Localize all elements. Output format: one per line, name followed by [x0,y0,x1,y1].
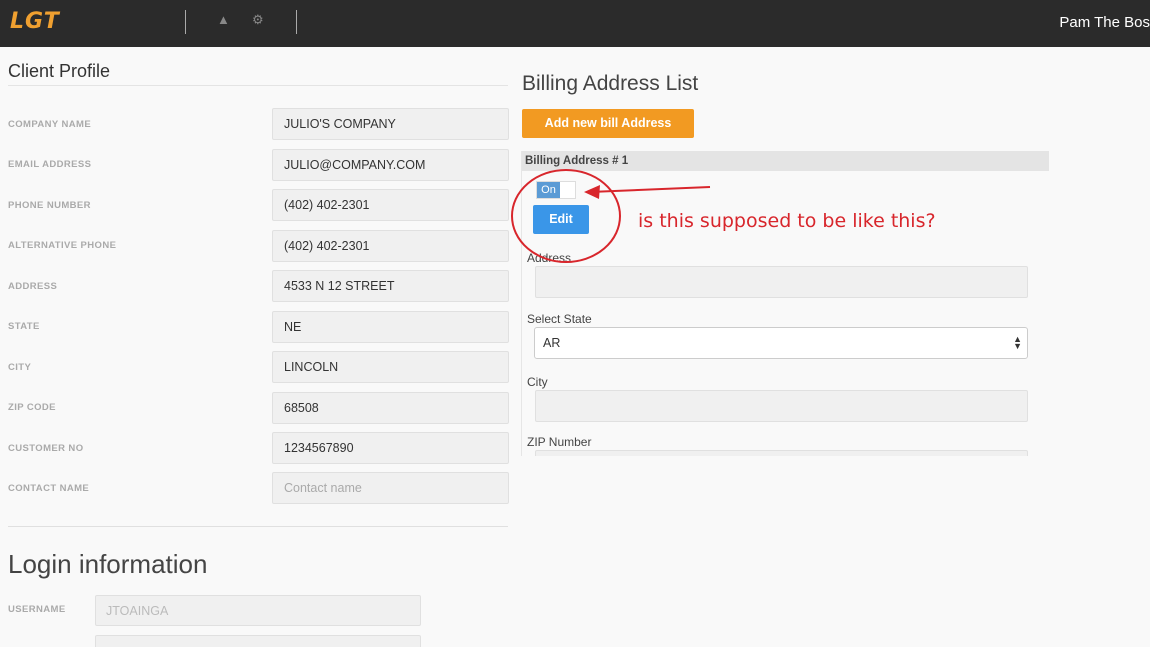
annotation-arrow-head [584,185,600,199]
annotation-overlay [511,169,711,263]
annotation-circle [511,169,621,263]
annotation-text: is this supposed to be like this? [638,210,936,232]
